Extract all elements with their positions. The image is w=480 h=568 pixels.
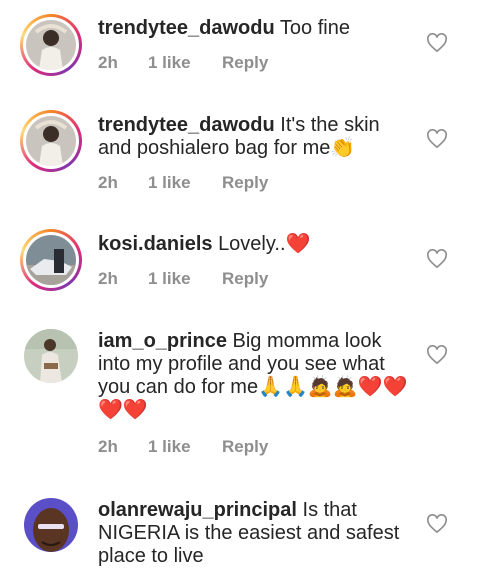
reply-button[interactable]: Reply (222, 173, 268, 193)
comment-likes[interactable]: 1 like (148, 53, 191, 73)
reply-button[interactable]: Reply (222, 53, 268, 73)
reply-button[interactable]: Reply (222, 437, 268, 457)
comment-text: trendytee_dawodu Too fine (98, 17, 410, 40)
comment-username[interactable]: trendytee_dawodu (98, 114, 275, 136)
avatar[interactable] (24, 329, 78, 383)
comment-username[interactable]: kosi.daniels (98, 233, 213, 255)
comment-username[interactable]: iam_o_prince (98, 330, 227, 352)
comment-body: Lovely..❤️ (218, 233, 311, 255)
comment-time: 2h (98, 173, 118, 192)
comment-text: olanrewaju_principal Is that NIGERIA is … (98, 499, 410, 568)
reply-button[interactable]: Reply (222, 269, 268, 289)
comment-likes[interactable]: 1 like (148, 437, 191, 457)
avatar-photo (26, 20, 76, 70)
avatar[interactable] (20, 14, 82, 76)
like-heart-icon[interactable] (426, 249, 448, 269)
avatar-photo (24, 329, 78, 383)
avatar[interactable] (24, 498, 78, 552)
avatar[interactable] (20, 110, 82, 172)
comment-text: kosi.daniels Lovely..❤️ (98, 233, 410, 256)
comment-time: 2h (98, 53, 118, 72)
comment-likes[interactable]: 1 like (148, 173, 191, 193)
comment-text: iam_o_prince Big momma look into my prof… (98, 330, 410, 422)
comment-username[interactable]: trendytee_dawodu (98, 17, 275, 39)
like-heart-icon[interactable] (426, 129, 448, 149)
comment-time: 2h (98, 437, 118, 456)
comment-body: Too fine (279, 17, 350, 39)
comment-time: 2h (98, 269, 118, 288)
like-heart-icon[interactable] (426, 514, 448, 534)
avatar-photo (26, 116, 76, 166)
avatar-photo (24, 498, 78, 552)
avatar[interactable] (20, 229, 82, 291)
like-heart-icon[interactable] (426, 345, 448, 365)
comment-likes[interactable]: 1 like (148, 269, 191, 289)
avatar-photo (26, 235, 76, 285)
comment-username[interactable]: olanrewaju_principal (98, 499, 297, 521)
like-heart-icon[interactable] (426, 33, 448, 53)
comment-text: trendytee_dawodu It's the skin and poshi… (98, 114, 410, 160)
